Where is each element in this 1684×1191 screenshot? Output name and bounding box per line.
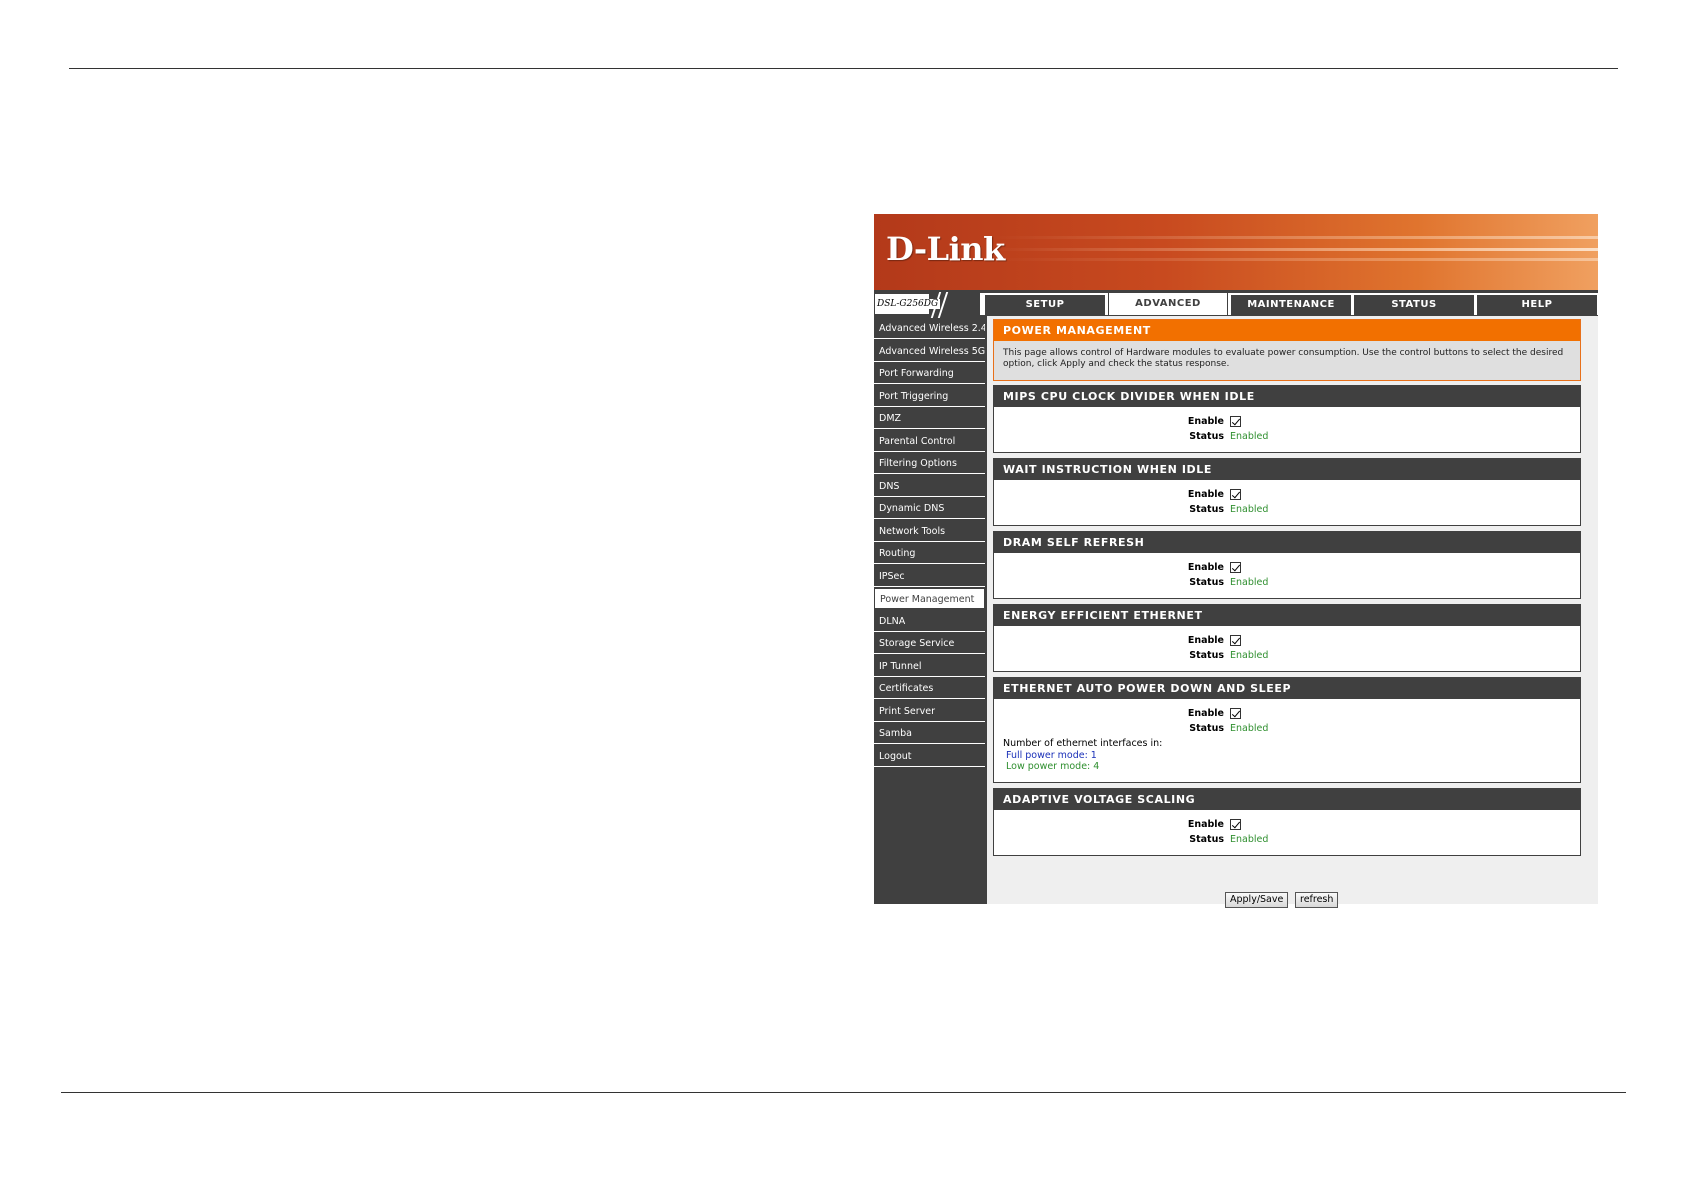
enable-checkbox[interactable] [1230,708,1241,719]
status-label: Status [1189,723,1224,734]
enable-checkbox[interactable] [1230,635,1241,646]
sidebar-item-certificates[interactable]: Certificates [874,678,985,699]
status-label: Status [1189,650,1224,661]
top-nav: DSL-G256DG SETUP ADVANCED MAINTENANCE ST… [874,292,1598,318]
status-row: Status Enabled [994,576,1582,590]
section-ethernet-auto-power-down: ETHERNET AUTO POWER DOWN AND SLEEP Enabl… [993,677,1581,783]
section-title: DRAM SELF REFRESH [994,532,1580,553]
banner-streak [994,258,1598,261]
low-power-mode: Low power mode: 4 [1006,761,1100,772]
section-dram-self-refresh: DRAM SELF REFRESH Enable Status Enabled [993,531,1581,599]
sidebar-item-parental-control[interactable]: Parental Control [874,430,985,452]
sidebar-item-port-triggering[interactable]: Port Triggering [874,385,985,407]
section-title: MIPS CPU CLOCK DIVIDER WHEN IDLE [994,386,1580,407]
enable-checkbox[interactable] [1230,819,1241,830]
status-value: Enabled [1230,504,1269,515]
sidebar-item-storage-service[interactable]: Storage Service [874,633,985,654]
refresh-button[interactable]: refresh [1295,892,1339,908]
tab-setup[interactable]: SETUP [985,295,1105,315]
sidebar-item-network-tools[interactable]: Network Tools [874,520,985,542]
section-wait-instruction: WAIT INSTRUCTION WHEN IDLE Enable Status… [993,458,1581,526]
status-value: Enabled [1230,650,1269,661]
sidebar-item-filtering-options[interactable]: Filtering Options [874,453,985,474]
status-value: Enabled [1230,431,1269,442]
sidebar-item-dns[interactable]: DNS [874,475,985,497]
enable-row: Enable [994,415,1582,429]
status-label: Status [1189,577,1224,588]
sidebar-item-dlna[interactable]: DLNA [874,610,985,632]
enable-row: Enable [994,707,1582,721]
interfaces-label: Number of ethernet interfaces in: [1003,738,1163,749]
enable-label: Enable [1187,708,1224,719]
apply-save-button[interactable]: Apply/Save [1225,892,1289,908]
section-title: ADAPTIVE VOLTAGE SCALING [994,789,1580,810]
section-title: WAIT INSTRUCTION WHEN IDLE [994,459,1580,480]
status-row: Status Enabled [994,722,1582,736]
dlink-logo: D-Link [886,230,1005,268]
banner-streak [994,248,1598,251]
enable-row: Enable [994,818,1582,832]
section-title: ETHERNET AUTO POWER DOWN AND SLEEP [994,678,1580,699]
banner-streak [994,236,1598,239]
tab-status[interactable]: STATUS [1354,295,1474,315]
page-top-rule [69,68,1618,69]
section-mips-cpu-clock-divider: MIPS CPU CLOCK DIVIDER WHEN IDLE Enable … [993,385,1581,453]
model-name: DSL-G256DG [877,299,941,309]
sidebar-item-advanced-wireless-24g[interactable]: Advanced Wireless 2.4G [874,318,985,339]
tab-maintenance[interactable]: MAINTENANCE [1231,295,1351,315]
enable-checkbox[interactable] [1230,416,1241,427]
status-row: Status Enabled [994,503,1582,517]
page-title: POWER MANAGEMENT [994,320,1580,341]
sidebar-item-dmz[interactable]: DMZ [874,408,985,429]
enable-label: Enable [1187,819,1224,830]
sidebar-item-routing[interactable]: Routing [874,543,985,564]
tab-advanced[interactable]: ADVANCED [1108,292,1228,315]
status-label: Status [1189,834,1224,845]
power-management-panel: POWER MANAGEMENT This page allows contro… [993,319,1581,381]
sidebar-item-dynamic-dns[interactable]: Dynamic DNS [874,498,985,519]
status-value: Enabled [1230,723,1269,734]
sidebar-item-port-forwarding[interactable]: Port Forwarding [874,363,985,384]
enable-label: Enable [1187,416,1224,427]
sidebar-item-ip-tunnel[interactable]: IP Tunnel [874,655,985,677]
sidebar: Advanced Wireless 2.4G Advanced Wireless… [874,318,985,768]
status-row: Status Enabled [994,649,1582,663]
section-adaptive-voltage-scaling: ADAPTIVE VOLTAGE SCALING Enable Status E… [993,788,1581,856]
sidebar-item-samba[interactable]: Samba [874,723,985,744]
sidebar-item-ipsec[interactable]: IPSec [874,565,985,587]
router-admin-ui: D-Link DSL-G256DG SETUP ADVANCED MAINTEN… [874,214,1598,908]
header-banner: D-Link [874,214,1598,290]
full-power-mode: Full power mode: 1 [1006,750,1097,761]
page-bottom-rule [61,1092,1626,1093]
model-label: DSL-G256DG [874,292,980,318]
status-row: Status Enabled [994,833,1582,847]
main-content: POWER MANAGEMENT This page allows contro… [987,316,1598,908]
status-row: Status Enabled [994,430,1582,444]
sidebar-item-power-management[interactable]: Power Management [874,588,985,609]
sidebar-item-print-server[interactable]: Print Server [874,700,985,722]
sidebar-item-advanced-wireless-5g[interactable]: Advanced Wireless 5G [874,340,985,362]
page-description: This page allows control of Hardware mod… [1003,348,1564,369]
enable-label: Enable [1187,635,1224,646]
enable-checkbox[interactable] [1230,489,1241,500]
enable-label: Enable [1187,562,1224,573]
status-value: Enabled [1230,834,1269,845]
section-energy-efficient-ethernet: ENERGY EFFICIENT ETHERNET Enable Status … [993,604,1581,672]
status-label: Status [1189,431,1224,442]
section-title: ENERGY EFFICIENT ETHERNET [994,605,1580,626]
status-value: Enabled [1230,577,1269,588]
enable-checkbox[interactable] [1230,562,1241,573]
enable-row: Enable [994,634,1582,648]
sidebar-item-logout[interactable]: Logout [874,745,985,767]
tab-help[interactable]: HELP [1477,295,1597,315]
status-label: Status [1189,504,1224,515]
enable-row: Enable [994,488,1582,502]
enable-row: Enable [994,561,1582,575]
enable-label: Enable [1187,489,1224,500]
